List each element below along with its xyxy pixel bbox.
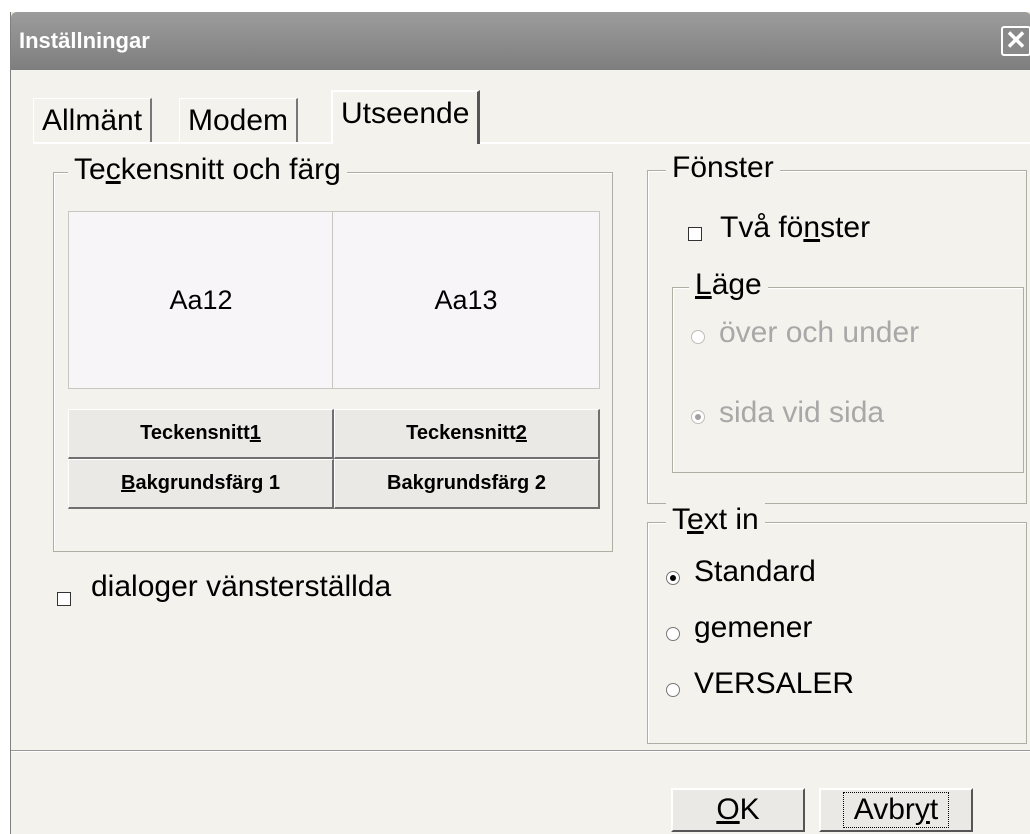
close-button[interactable]: ✕ (1001, 26, 1030, 56)
radio-standard[interactable] (666, 571, 680, 585)
tab-utseende[interactable]: Utseende (331, 90, 481, 144)
font-color-groupbox: Teckensnitt och färg Aa12 Aa13 Teckensni… (53, 153, 613, 552)
window-groupbox: Fönster Två fönster Läge över och under … (647, 151, 1027, 504)
tab-allmant[interactable]: Allmänt (33, 98, 153, 142)
left-dialogs-label: dialoger vänsterställda (91, 570, 392, 603)
radio-uppercase-label: VERSALER (694, 667, 855, 700)
ok-button[interactable]: OK (671, 788, 805, 832)
window-title: Inställningar (19, 28, 150, 53)
two-windows-checkbox[interactable] (688, 227, 702, 241)
radio-standard-label: Standard (694, 555, 816, 588)
bottom-separator (11, 750, 1030, 752)
close-icon: ✕ (1005, 25, 1027, 55)
font-1-button[interactable]: Teckensnitt 1 (68, 409, 334, 459)
settings-dialog: Inställningar ✕ Allmänt Modem Utseende T… (10, 12, 1030, 834)
tab-panel-utseende: Teckensnitt och färg Aa12 Aa13 Teckensni… (33, 142, 1030, 744)
window-legend: Fönster (666, 151, 780, 185)
radio-over-under-label: över och under (719, 316, 920, 349)
cancel-button[interactable]: Avbryt (819, 788, 973, 832)
background-color-1-button[interactable]: Bakgrundsfärg 1 (68, 459, 334, 509)
text-in-legend: Text in (666, 503, 765, 537)
position-groupbox: Läge över och under sida vid sida (672, 268, 1024, 473)
font-preview-2: Aa13 (332, 211, 600, 389)
position-legend: Läge (689, 268, 768, 302)
tab-modem[interactable]: Modem (179, 98, 299, 142)
two-windows-label: Två fönster (720, 211, 871, 244)
font-2-button[interactable]: Teckensnitt 2 (334, 409, 600, 459)
title-bar[interactable]: Inställningar ✕ (11, 12, 1030, 70)
font-color-legend: Teckensnitt och färg (68, 153, 347, 187)
radio-over-under[interactable] (691, 330, 705, 344)
font-preview-1: Aa12 (68, 211, 334, 389)
text-in-groupbox: Text in Standard gemener VERSALER (647, 503, 1027, 744)
radio-uppercase[interactable] (666, 683, 680, 697)
radio-lowercase[interactable] (666, 627, 680, 641)
radio-side-by-side-label: sida vid sida (719, 396, 885, 429)
left-dialogs-checkbox[interactable] (57, 592, 71, 606)
radio-lowercase-label: gemener (694, 611, 813, 644)
radio-side-by-side[interactable] (691, 410, 705, 424)
dialog-client-area: Allmänt Modem Utseende Teckensnitt och f… (11, 70, 1030, 834)
background-color-2-button[interactable]: Bak g rundsfärg 2 (334, 459, 600, 509)
